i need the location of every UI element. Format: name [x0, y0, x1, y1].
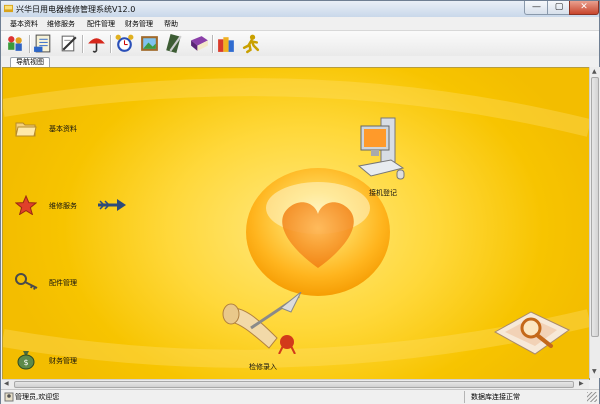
key-icon: [15, 273, 38, 290]
status-connection: 数据库连接正常: [471, 393, 520, 401]
users-icon[interactable]: [5, 33, 26, 54]
svg-text:$: $: [23, 358, 28, 367]
write-icon[interactable]: [58, 33, 79, 54]
menu-bar: 基本资料 维修服务 配件管理 财务管理 帮助: [1, 17, 599, 30]
status-divider: [464, 391, 465, 403]
toolbar-separator: [29, 35, 31, 53]
nav-register-intake-label: 接机登记: [369, 189, 397, 197]
nav-repair-entry[interactable]: 检修录入: [221, 292, 307, 372]
nav-repair-entry-label: 检修录入: [249, 363, 277, 371]
nav-parts-management-label: 配件管理: [49, 279, 77, 287]
menu-finance-management[interactable]: 财务管理: [123, 18, 155, 30]
computer-icon: [357, 117, 405, 180]
purple-book-icon[interactable]: [189, 33, 210, 54]
navigation-view-panel: 基本资料 维修服务 配件管理 $ 财务管理 接机登记 检修录入: [2, 67, 590, 380]
toolbar: [1, 30, 599, 58]
toolbar-separator: [82, 35, 84, 53]
nav-parts-management[interactable]: 配件管理: [15, 272, 115, 294]
nav-finance-management[interactable]: $ 财务管理: [15, 348, 115, 370]
main-window: 兴华日用电器维修管理系统V12.0 — ▢ ✕ 基本资料 维修服务 配件管理 财…: [0, 0, 600, 404]
money-bag-icon: $: [17, 351, 35, 370]
title-bar: 兴华日用电器维修管理系统V12.0 — ▢ ✕: [1, 1, 599, 18]
nav-register-intake[interactable]: 接机登记: [353, 116, 413, 206]
scroll-right-arrow-icon[interactable]: ▶: [579, 380, 584, 388]
runner-icon[interactable]: [241, 33, 262, 54]
magnifier-document-icon: [493, 311, 570, 355]
minimize-button[interactable]: —: [524, 1, 549, 15]
nav-basic-info[interactable]: 基本资料: [15, 118, 115, 140]
toolbar-separator: [212, 35, 214, 53]
menu-repair-service[interactable]: 维修服务: [45, 18, 77, 30]
window-title: 兴华日用电器维修管理系统V12.0: [16, 5, 136, 14]
nav-finance-management-label: 财务管理: [49, 357, 77, 365]
status-user: 管理员,欢迎您: [15, 393, 60, 401]
menu-help[interactable]: 帮助: [162, 18, 180, 30]
vertical-scroll-thumb[interactable]: [591, 77, 599, 337]
tab-strip: 导航视图: [1, 56, 599, 67]
notebook-icon[interactable]: [33, 33, 54, 54]
toolbar-separator: [110, 35, 112, 53]
nav-repair-service-label: 维修服务: [49, 202, 77, 210]
close-button[interactable]: ✕: [569, 1, 599, 15]
umbrella-icon[interactable]: [86, 33, 107, 54]
status-bar: 管理员,欢迎您 数据库连接正常: [1, 389, 599, 404]
arrow-right-icon: [98, 199, 126, 211]
menu-parts-management[interactable]: 配件管理: [85, 18, 117, 30]
menu-basic-info[interactable]: 基本资料: [8, 18, 40, 30]
nav-repair-service[interactable]: 维修服务: [15, 195, 135, 217]
nav-basic-info-label: 基本资料: [49, 125, 77, 133]
maximize-button[interactable]: ▢: [547, 1, 571, 15]
alarm-clock-icon[interactable]: [114, 33, 135, 54]
horizontal-scrollbar[interactable]: ◀ ▶: [2, 379, 589, 389]
vertical-scrollbar[interactable]: ▲ ▼: [589, 67, 600, 378]
resize-grip[interactable]: [587, 392, 597, 402]
user-status-icon: [4, 392, 14, 402]
scroll-up-arrow-icon[interactable]: ▲: [592, 68, 597, 76]
scroll-quill-icon: [222, 292, 302, 354]
horizontal-scroll-thumb[interactable]: [14, 381, 574, 388]
app-icon: [4, 4, 13, 13]
star-icon: [15, 195, 37, 215]
gift-boxes-icon[interactable]: [216, 33, 237, 54]
pen-book-icon[interactable]: [164, 33, 185, 54]
tab-navigation-view[interactable]: 导航视图: [10, 57, 50, 67]
scroll-down-arrow-icon[interactable]: ▼: [592, 368, 597, 376]
picture-frame-icon[interactable]: [139, 33, 160, 54]
folder-icon: [15, 122, 37, 137]
scroll-left-arrow-icon[interactable]: ◀: [4, 380, 9, 388]
